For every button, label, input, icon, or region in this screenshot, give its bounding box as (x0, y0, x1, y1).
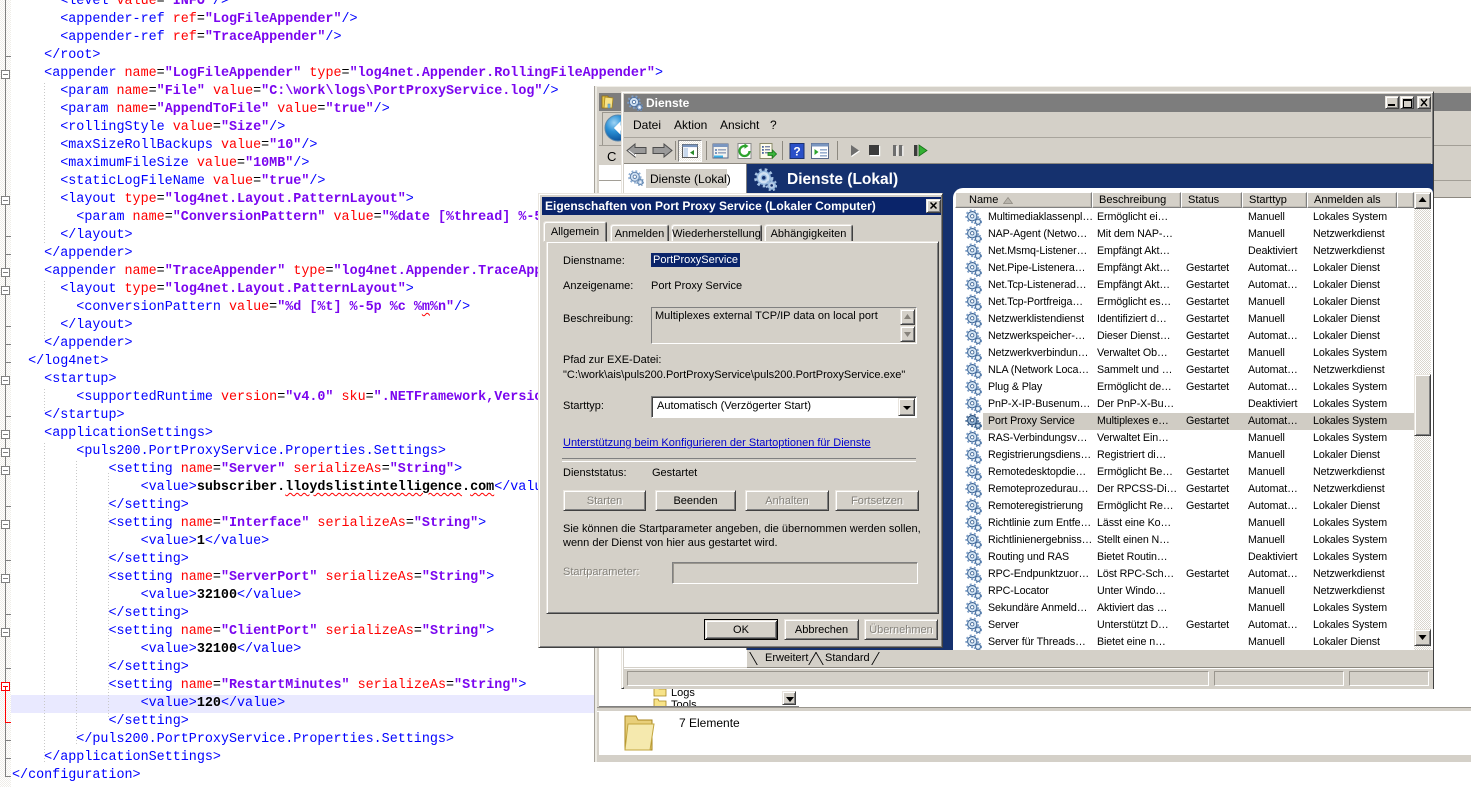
svg-text:?: ? (793, 145, 800, 159)
